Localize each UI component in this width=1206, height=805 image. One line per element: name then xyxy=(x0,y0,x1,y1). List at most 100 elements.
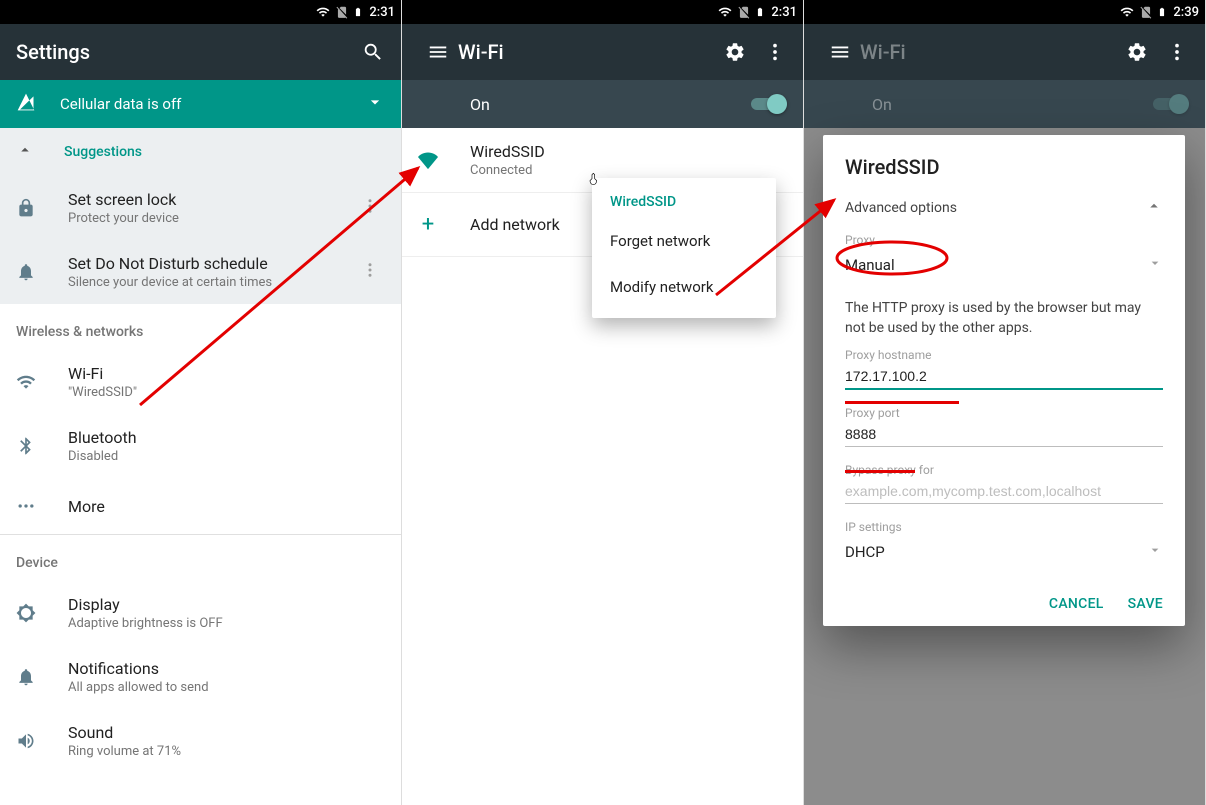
wifi-on-row: On xyxy=(402,80,803,128)
proxy-label: Proxy xyxy=(845,233,1163,247)
wifi-signal-icon xyxy=(418,149,438,171)
no-sim-icon xyxy=(737,5,751,19)
dialog-title: WiredSSID xyxy=(845,155,1163,179)
status-time: 2:31 xyxy=(369,5,395,20)
toolbar-title: Wi-Fi xyxy=(860,40,1117,64)
setting-label: Wi-Fi xyxy=(68,364,385,383)
setting-sub: Adaptive brightness is OFF xyxy=(68,616,385,631)
chevron-up-icon xyxy=(16,141,32,163)
volume-icon xyxy=(16,731,36,751)
suggestion-sub: Silence your device at certain times xyxy=(68,275,329,290)
panel-settings: 2:31 Settings Cellular data is off Sugge… xyxy=(0,0,402,805)
menu-modify-network[interactable]: Modify network xyxy=(592,264,776,310)
host-label: Proxy hostname xyxy=(845,348,1163,362)
overflow-icon[interactable] xyxy=(755,32,795,72)
bypass-proxy-input[interactable] xyxy=(845,477,1163,504)
menu-icon[interactable] xyxy=(418,32,458,72)
overflow-icon[interactable] xyxy=(361,261,385,283)
setting-label: Display xyxy=(68,595,385,614)
dropdown-caret-icon xyxy=(1147,255,1163,275)
no-sim-icon xyxy=(335,5,349,19)
annotation-underline xyxy=(845,401,959,404)
advanced-options-toggle[interactable]: Advanced options xyxy=(845,197,1163,219)
wifi-on-label: On xyxy=(470,95,751,114)
battery-icon xyxy=(353,4,363,20)
suggestions-toggle[interactable]: Suggestions xyxy=(0,128,401,176)
suggestion-sub: Protect your device xyxy=(68,211,329,226)
battery-icon xyxy=(755,4,765,20)
signal-off-icon xyxy=(16,92,36,116)
chevron-down-icon xyxy=(365,92,385,116)
status-bar: 2:39 xyxy=(804,0,1205,24)
wifi-context-menu: WiredSSID Forget network Modify network xyxy=(592,178,776,318)
status-bar: 2:31 xyxy=(0,0,401,24)
save-button[interactable]: SAVE xyxy=(1128,596,1163,612)
gear-icon xyxy=(1117,32,1157,72)
proxy-port-input[interactable] xyxy=(845,420,1163,447)
setting-wifi[interactable]: Wi-Fi "WiredSSID" xyxy=(0,350,401,414)
lock-icon xyxy=(16,198,36,218)
proxy-dropdown[interactable]: Manual xyxy=(845,247,1163,281)
wifi-toggle xyxy=(1153,94,1189,114)
ip-value: DHCP xyxy=(845,543,885,561)
bell-icon xyxy=(16,262,36,282)
wifi-icon xyxy=(1119,5,1135,19)
proxy-note: The HTTP proxy is used by the browser bu… xyxy=(845,299,1163,338)
toolbar-title: Wi-Fi xyxy=(458,40,715,64)
setting-label: Notifications xyxy=(68,659,385,678)
status-bar: 2:31 xyxy=(402,0,803,24)
setting-label: Sound xyxy=(68,723,385,742)
proxy-hostname-input[interactable] xyxy=(845,362,1163,390)
annotation-underline xyxy=(845,470,915,473)
status-time: 2:39 xyxy=(1173,5,1199,20)
cancel-button[interactable]: CANCEL xyxy=(1049,596,1104,612)
search-icon[interactable] xyxy=(353,32,393,72)
setting-sound[interactable]: Sound Ring volume at 71% xyxy=(0,709,401,773)
menu-forget-network[interactable]: Forget network xyxy=(592,218,776,264)
popup-title: WiredSSID xyxy=(592,186,776,218)
cursor-pointer-icon xyxy=(586,170,600,188)
cellular-banner[interactable]: Cellular data is off xyxy=(0,80,401,128)
toolbar-settings: Settings xyxy=(0,24,401,80)
dropdown-caret-icon xyxy=(1147,542,1163,562)
banner-text: Cellular data is off xyxy=(60,95,341,113)
gear-icon[interactable] xyxy=(715,32,755,72)
plus-icon: + xyxy=(418,212,438,237)
section-wireless: Wireless & networks xyxy=(0,304,401,350)
setting-sub: "WiredSSID" xyxy=(68,385,385,400)
setting-more[interactable]: More xyxy=(0,478,401,534)
overflow-icon[interactable] xyxy=(361,197,385,219)
port-label: Proxy port xyxy=(845,406,1163,420)
suggestion-title: Set Do Not Disturb schedule xyxy=(68,254,329,273)
ip-settings-dropdown[interactable]: DHCP xyxy=(845,534,1163,568)
bluetooth-icon xyxy=(16,436,36,456)
menu-icon xyxy=(820,32,860,72)
suggestion-screen-lock[interactable]: Set screen lock Protect your device xyxy=(0,176,401,240)
dots-horizontal-icon xyxy=(16,496,36,516)
wifi-toggle[interactable] xyxy=(751,94,787,114)
suggestions-label: Suggestions xyxy=(64,144,142,160)
setting-sub: Ring volume at 71% xyxy=(68,744,385,759)
no-sim-icon xyxy=(1139,5,1153,19)
modify-network-dialog: WiredSSID Advanced options Proxy Manual … xyxy=(823,135,1185,626)
chevron-up-icon xyxy=(1145,197,1163,219)
wifi-on-label: On xyxy=(872,95,1153,114)
suggestion-dnd[interactable]: Set Do Not Disturb schedule Silence your… xyxy=(0,240,401,304)
status-time: 2:31 xyxy=(771,5,797,20)
bell-icon xyxy=(16,667,36,687)
panel-wifi-list: 2:31 Wi-Fi On WiredSSID Connected + Add … xyxy=(402,0,804,805)
setting-label: More xyxy=(68,497,385,516)
network-ssid: WiredSSID xyxy=(470,142,787,161)
setting-sub: Disabled xyxy=(68,449,385,464)
panel-wifi-modify: 2:39 Wi-Fi On WiredSSID Advanced options xyxy=(804,0,1206,805)
setting-bluetooth[interactable]: Bluetooth Disabled xyxy=(0,414,401,478)
battery-icon xyxy=(1157,4,1167,20)
suggestion-title: Set screen lock xyxy=(68,190,329,209)
overflow-icon xyxy=(1157,32,1197,72)
toolbar-wifi: Wi-Fi xyxy=(804,24,1205,80)
setting-display[interactable]: Display Adaptive brightness is OFF xyxy=(0,581,401,645)
section-device: Device xyxy=(0,535,401,581)
toolbar-title: Settings xyxy=(16,40,353,64)
setting-notifications[interactable]: Notifications All apps allowed to send xyxy=(0,645,401,709)
advanced-options-label: Advanced options xyxy=(845,200,957,216)
